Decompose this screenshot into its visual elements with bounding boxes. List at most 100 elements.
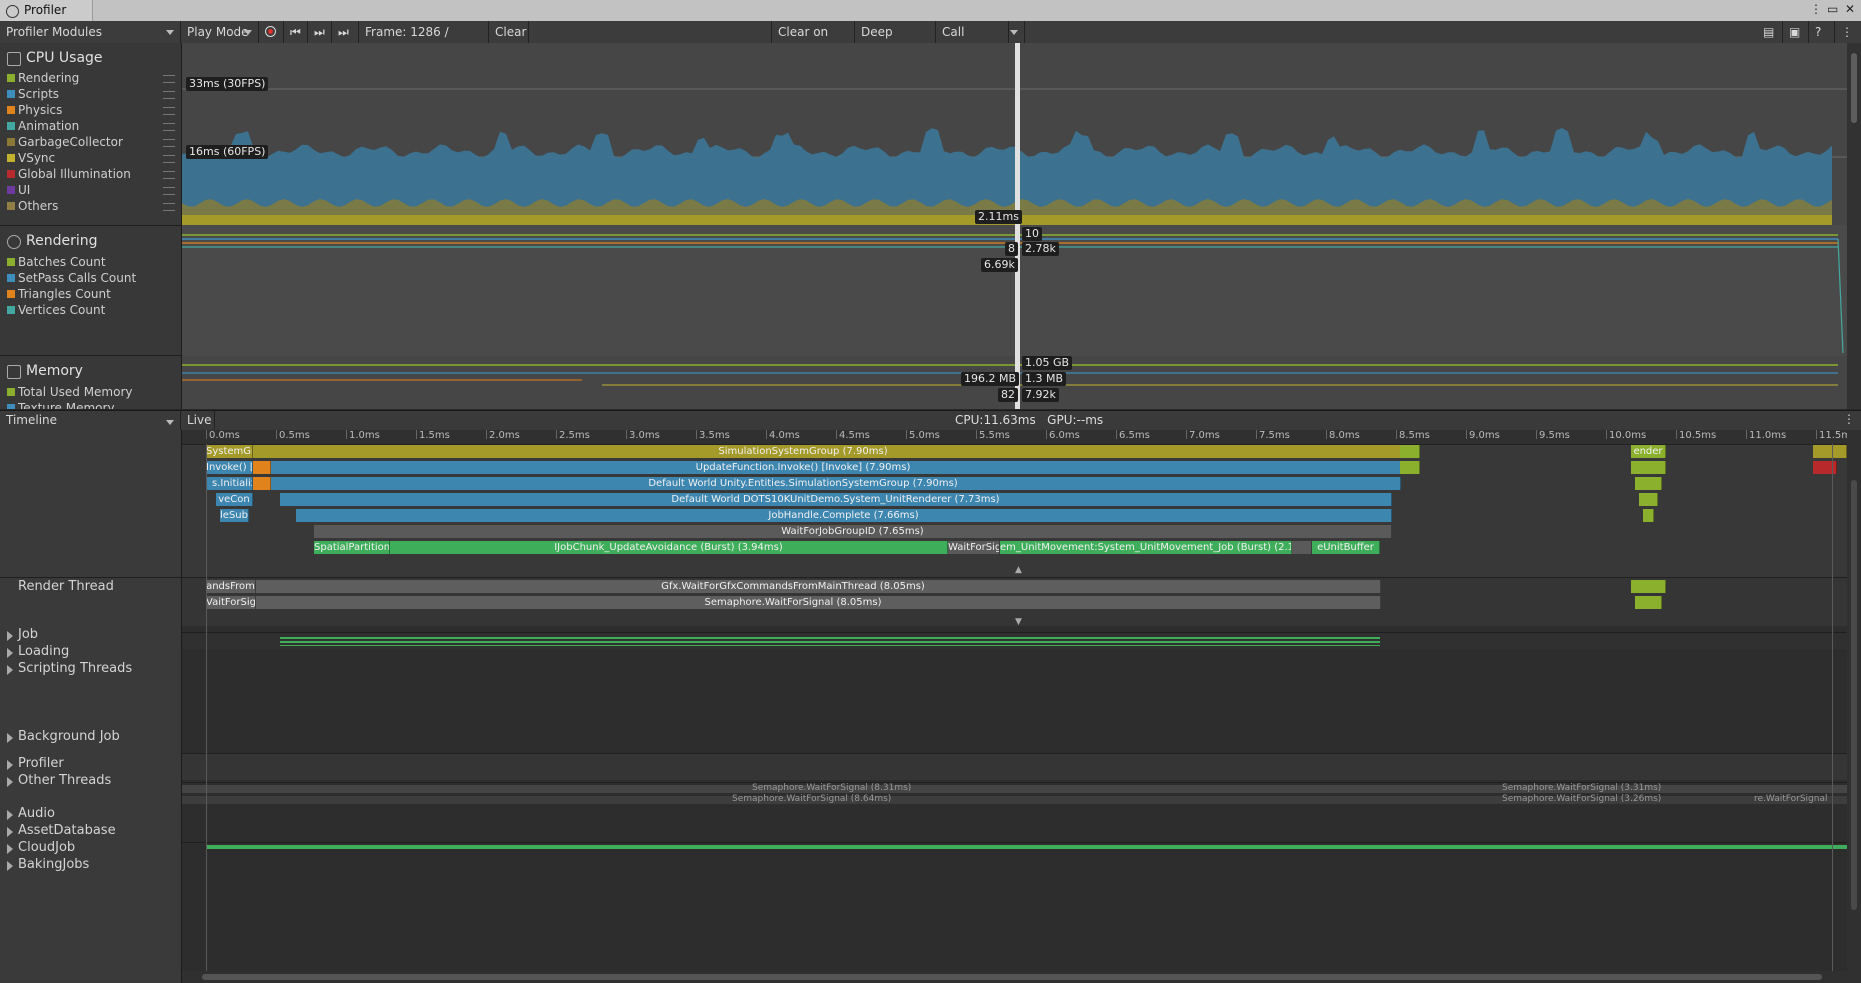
save-button[interactable]: ▣ <box>1783 21 1809 43</box>
timeline-menu-icon[interactable]: ⋮ <box>1843 412 1855 426</box>
collapse-render-icon[interactable]: ▼ <box>1015 617 1022 627</box>
marker-render-6[interactable] <box>1400 445 1420 458</box>
rendering-legend-vertices-count[interactable]: Vertices Count <box>0 302 181 318</box>
profiler-marker-5[interactable]: re.WaitForSignal <box>1754 794 1827 804</box>
cpu-legend-global-illumination[interactable]: Global Illumination <box>0 166 181 182</box>
memory-legend-total-used-memory[interactable]: Total Used Memory <box>0 384 181 400</box>
cpu-legend-physics[interactable]: Physics <box>0 102 181 118</box>
marker-end-2[interactable] <box>1813 461 1837 474</box>
drag-handle-icon[interactable] <box>163 187 175 195</box>
charts-scroll-thumb[interactable] <box>1851 53 1857 123</box>
drag-handle-icon[interactable] <box>163 75 175 83</box>
rendering-legend-setpass-calls-count[interactable]: SetPass Calls Count <box>0 270 181 286</box>
drag-handle-icon[interactable] <box>163 139 175 147</box>
profiler-marker-2[interactable]: Semaphore.WaitForSignal (3.31ms) <box>1502 783 1661 793</box>
marker-physics-2[interactable] <box>253 477 271 490</box>
marker-physics-1[interactable] <box>253 461 271 474</box>
close-icon[interactable]: ✕ <box>1845 2 1855 16</box>
marker-render-thread-2[interactable] <box>1631 580 1666 593</box>
marker-update-avoidance[interactable]: IJobChunk_UpdateAvoidance (Burst) (3.94m… <box>390 541 948 554</box>
profiler-modules-dropdown[interactable]: Profiler Modules <box>0 21 181 43</box>
view-type-dropdown[interactable]: Timeline <box>0 411 181 430</box>
marker-semaphore-wait[interactable]: Semaphore.WaitForSignal (8.05ms) <box>206 596 1381 609</box>
marker-render-2[interactable] <box>1631 461 1666 474</box>
marker-render-7[interactable] <box>1400 461 1420 474</box>
marker-unit-movement[interactable]: em_UnitMovement:System_UnitMovement_Job … <box>1000 541 1292 554</box>
marker-side-initializ[interactable]: s.Initializ <box>212 477 253 490</box>
marker-side-systemgro[interactable]: SystemGro <box>206 445 253 458</box>
load-button[interactable]: ▤ <box>1757 21 1783 43</box>
cpu-legend-garbagecollector[interactable]: GarbageCollector <box>0 134 181 150</box>
cpu-legend-animation[interactable]: Animation <box>0 118 181 134</box>
time-ruler[interactable]: 0.0ms 0.5ms 1.0ms 1.5ms 2.0ms 2.5ms 3.0ms 3.5ms… <box>182 430 1847 445</box>
previous-frame-button[interactable]: ⏮ <box>284 21 308 43</box>
profiler-marker-3[interactable]: Semaphore.WaitForSignal (8.64ms) <box>732 794 891 804</box>
expand-arrow-icon[interactable] <box>7 861 13 871</box>
marker-simulation-system-group[interactable]: SimulationSystemGroup (7.90ms) <box>206 445 1401 458</box>
rendering-legend-triangles-count[interactable]: Triangles Count <box>0 286 181 302</box>
help-button[interactable]: ? <box>1809 21 1835 43</box>
marker-side-ender[interactable]: ender <box>1631 445 1666 458</box>
timeline-view[interactable]: 0.0ms 0.5ms 1.0ms 1.5ms 2.0ms 2.5ms 3.0ms 3.5ms… <box>182 430 1847 983</box>
marker-spatial-partition[interactable]: SpatialPartition <box>314 541 390 554</box>
toolbar-menu-button[interactable]: ⋮ <box>1835 21 1861 43</box>
rendering-legend-batches-count[interactable]: Batches Count <box>0 254 181 270</box>
cpu-legend-ui[interactable]: UI <box>0 182 181 198</box>
expand-arrow-icon[interactable] <box>7 810 13 820</box>
clear-on-play-button[interactable]: Clear on Play <box>771 21 855 61</box>
deep-profile-button[interactable]: Deep Profile <box>855 21 936 61</box>
cpu-legend-vsync[interactable]: VSync <box>0 150 181 166</box>
play-mode-dropdown[interactable]: Play Mode <box>181 21 259 43</box>
more-options-icon[interactable]: ⋮ <box>1810 2 1822 16</box>
marker-default-world-simulation[interactable]: Default World Unity.Entities.SimulationS… <box>206 477 1401 490</box>
maximize-icon[interactable]: ▭ <box>1827 2 1838 16</box>
drag-handle-icon[interactable] <box>163 171 175 179</box>
cpu-usage-module[interactable]: CPU Usage <box>0 46 181 70</box>
drag-handle-icon[interactable] <box>163 203 175 211</box>
call-stacks-dropdown[interactable] <box>1009 21 1025 43</box>
timeline-hscroll-thumb[interactable] <box>202 974 1822 980</box>
timeline-hscrollbar[interactable] <box>182 971 1847 983</box>
marker-end-1[interactable] <box>1813 445 1847 458</box>
marker-unit-buffer[interactable]: eUnitBuffer <box>1312 541 1380 554</box>
marker-render-3[interactable] <box>1635 477 1662 490</box>
record-button[interactable] <box>259 21 284 43</box>
expand-arrow-icon[interactable] <box>7 733 13 743</box>
marker-render-thread-3[interactable] <box>1635 596 1662 609</box>
profiler-marker-1[interactable]: Semaphore.WaitForSignal (8.31ms) <box>752 783 911 793</box>
cpu-legend-others[interactable]: Others <box>0 198 181 214</box>
drag-handle-icon[interactable] <box>163 107 175 115</box>
marker-side-invoke[interactable]: Invoke() [I <box>206 461 253 474</box>
timeline-vscrollbar[interactable] <box>1847 430 1861 983</box>
profiler-marker-4[interactable]: Semaphore.WaitForSignal (3.26ms) <box>1502 794 1661 804</box>
timeline-vscroll-thumb[interactable] <box>1851 480 1857 910</box>
cpu-legend-rendering[interactable]: Rendering <box>0 70 181 86</box>
expand-arrow-icon[interactable] <box>7 631 13 641</box>
marker-gfx-wait[interactable]: Gfx.WaitForGfxCommandsFromMainThread (8.… <box>206 580 1381 593</box>
expand-arrow-icon[interactable] <box>7 844 13 854</box>
drag-handle-icon[interactable] <box>163 123 175 131</box>
marker-render-5[interactable] <box>1643 509 1654 522</box>
memory-legend-texture-memory[interactable]: Texture Memory <box>0 400 181 409</box>
frame-cursor[interactable] <box>1015 43 1020 409</box>
marker-update-function[interactable]: UpdateFunction.Invoke() [Invoke] (7.90ms… <box>206 461 1401 474</box>
live-button[interactable]: Live <box>181 411 215 430</box>
marker-unit-renderer[interactable]: Default World DOTS10KUnitDemo.System_Uni… <box>280 493 1392 506</box>
marker-side-lesub[interactable]: leSub <box>220 509 249 522</box>
drag-handle-icon[interactable] <box>163 91 175 99</box>
cpu-legend-scripts[interactable]: Scripts <box>0 86 181 102</box>
current-frame-button[interactable]: ⏭ <box>332 21 359 43</box>
module-charts[interactable]: 33ms (30FPS) 16ms (60FPS) 2.11ms 10 8 2.… <box>182 43 1847 409</box>
marker-side-vecon[interactable]: veCon <box>216 493 253 506</box>
expand-arrow-icon[interactable] <box>7 665 13 675</box>
profiler-tab[interactable]: Profiler <box>0 0 93 21</box>
memory-module[interactable]: Memory <box>0 359 181 383</box>
marker-wait-2[interactable] <box>1292 541 1312 554</box>
marker-wait-for-sig[interactable]: WaitForSig <box>948 541 1000 554</box>
marker-jobhandle-complete[interactable]: JobHandle.Complete (7.66ms) <box>296 509 1392 522</box>
expand-arrow-icon[interactable] <box>7 827 13 837</box>
next-frame-button[interactable]: ⏭ <box>308 21 332 43</box>
marker-side-andsfrom[interactable]: andsFrom <box>206 580 256 593</box>
drag-handle-icon[interactable] <box>163 155 175 163</box>
call-stacks-button[interactable]: Call Stacks <box>936 21 1009 61</box>
